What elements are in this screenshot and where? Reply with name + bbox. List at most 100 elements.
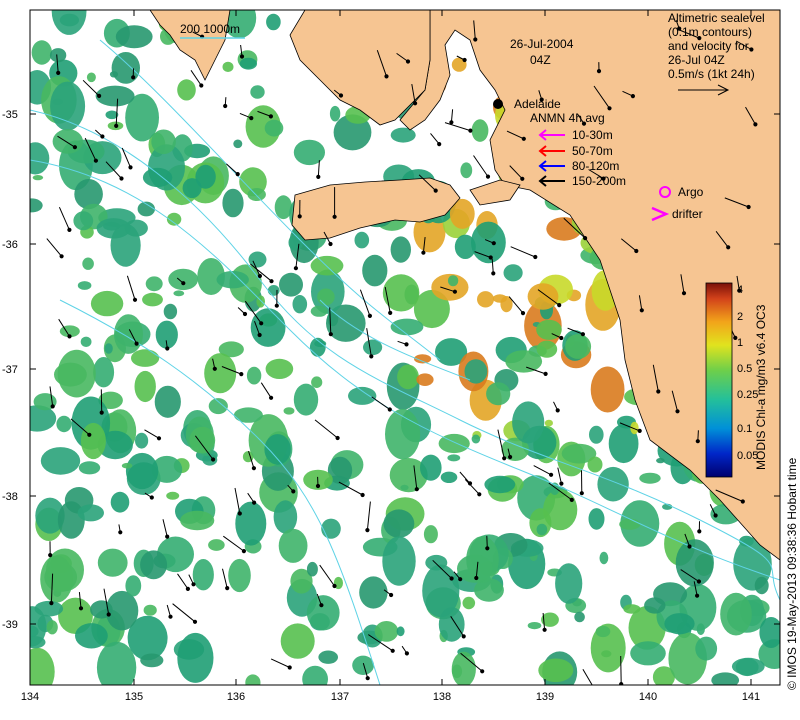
velocity-arrowhead: [433, 188, 438, 193]
x-tick-label: 140: [639, 691, 657, 703]
chlorophyll-patch: [293, 139, 325, 166]
velocity-arrowhead: [559, 335, 564, 341]
chlorophyll-patch: [30, 636, 46, 649]
y-tick-label: -37: [2, 364, 18, 376]
chlorophyll-patch: [140, 653, 164, 668]
chlorophyll-patch: [302, 665, 328, 685]
chlorophyll-patch: [142, 292, 163, 307]
velocity-arrowhead: [235, 172, 240, 177]
velocity-arrowhead: [225, 586, 230, 591]
chlorophyll-patch: [131, 349, 160, 367]
chlorophyll-patch: [151, 129, 176, 155]
x-tick-label: 141: [742, 691, 760, 703]
chlorophyll-patch: [574, 611, 585, 623]
chlorophyll-patch: [639, 472, 661, 484]
velocity-arrowhead: [477, 492, 482, 497]
velocity-arrowhead: [549, 472, 554, 477]
velocity-arrowhead: [106, 612, 111, 617]
chlorophyll-patch: [423, 525, 438, 544]
chlorophyll-patch: [32, 175, 44, 181]
chlorophyll-patch: [280, 623, 315, 659]
chlorophyll-patch: [96, 641, 137, 685]
adelaide-marker: [493, 99, 503, 109]
anmn-legend-title: ANMN 4h avg: [530, 111, 605, 125]
chlorophyll-patch: [114, 314, 143, 354]
velocity-arrowhead: [502, 456, 507, 461]
chlorophyll-patch: [40, 447, 81, 475]
chlorophyll-patch: [142, 167, 173, 188]
velocity-arrowhead: [297, 214, 302, 219]
velocity-arrowhead: [268, 114, 273, 119]
velocity-arrowhead: [332, 214, 337, 219]
velocity-arrowhead: [639, 308, 644, 313]
chlorophyll-patch: [96, 218, 131, 239]
chlorophyll-patch: [374, 621, 399, 642]
velocity-arrowhead: [520, 176, 525, 181]
velocity-arrowhead: [365, 528, 370, 533]
chlorophyll-patch: [264, 119, 284, 137]
velocity-arrowhead: [249, 116, 254, 121]
velocity-arrowhead: [675, 409, 680, 414]
chlorophyll-patch: [597, 466, 629, 502]
chlorophyll-patch: [512, 401, 545, 444]
chlorophyll-patch: [279, 272, 303, 297]
chlorophyll-patch: [354, 231, 370, 249]
chlorophyll-patch: [390, 236, 411, 263]
velocity-arrowhead: [449, 576, 454, 581]
velocity-arrowhead: [93, 158, 99, 163]
chlorophyll-patch: [250, 85, 265, 99]
velocity-arrowhead: [338, 93, 344, 98]
chlorophyll-patch: [288, 234, 303, 251]
velocity-arrowhead: [168, 614, 173, 619]
velocity-arrowhead: [607, 106, 612, 111]
chlorophyll-patch: [222, 61, 234, 72]
chlorophyll-patch: [52, 129, 83, 154]
chlorophyll-patch: [163, 303, 178, 320]
velocity-arrowhead: [569, 497, 574, 502]
velocity-arrowhead: [485, 174, 491, 179]
chlorophyll-patch: [555, 563, 583, 604]
velocity-arrowhead: [99, 410, 104, 415]
velocity-arrowhead: [543, 371, 548, 376]
chlorophyll-patch: [420, 454, 442, 481]
chlorophyll-patch: [266, 13, 281, 31]
velocity-arrowhead: [257, 273, 262, 279]
velocity-arrowhead: [468, 128, 473, 133]
y-tick-label: -35: [2, 109, 18, 121]
chlorophyll-patch: [105, 590, 139, 631]
title-line: (0.1m contours): [668, 25, 752, 39]
chlorophyll-patch: [352, 655, 374, 675]
velocity-arrowhead: [78, 606, 84, 611]
title-line: and velocity for: [668, 39, 749, 53]
chlorophyll-patch: [208, 398, 228, 415]
chlorophyll-map: 134 135 136 137 138 139 140 141 -35 -36 …: [2, 9, 799, 703]
chlorophyll-patch: [310, 305, 328, 317]
chlorophyll-patch: [192, 559, 214, 591]
velocity-arrowhead: [59, 254, 64, 259]
chlorophyll-patch: [90, 290, 124, 317]
chlorophyll-patch: [73, 211, 94, 231]
velocity-arrowhead: [413, 101, 418, 106]
y-tick-label: -38: [2, 491, 18, 503]
chlorophyll-patch: [177, 79, 196, 101]
velocity-arrowhead: [269, 395, 274, 400]
legend-item-label: 80-120m: [572, 159, 619, 173]
chlorophyll-patch: [471, 434, 481, 444]
velocity-arrowhead: [242, 311, 248, 317]
velocity-arrowhead: [521, 136, 526, 141]
velocity-arrowhead: [259, 321, 264, 326]
velocity-arrowhead: [474, 575, 479, 581]
velocity-arrowhead: [405, 59, 411, 64]
velocity-arrowhead: [596, 69, 602, 74]
legend-item-label: 10-30m: [572, 128, 613, 142]
chlorophyll-patch: [656, 457, 665, 464]
chlorophyll-patch: [30, 142, 50, 175]
chlorophyll-patch: [56, 415, 72, 433]
chlorophyll-patch: [121, 462, 133, 469]
chlorophyll-patch: [78, 461, 101, 475]
velocity-arrowhead: [557, 303, 562, 308]
chlorophyll-patch: [245, 674, 261, 685]
chlorophyll-patch: [588, 508, 605, 530]
velocity-arrowhead: [384, 74, 389, 79]
velocity-arrowhead: [149, 495, 154, 500]
